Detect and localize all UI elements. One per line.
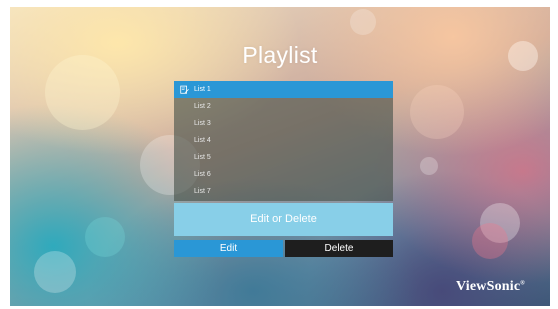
background-bokeh — [85, 217, 125, 257]
playlist-item-1[interactable]: List 1 — [174, 81, 393, 98]
playlist-item-label: List 5 — [194, 154, 211, 161]
viewsonic-logo: ViewSonic® — [456, 279, 525, 295]
playlist-item-6[interactable]: List 6 — [174, 166, 393, 183]
delete-button[interactable]: Delete — [285, 240, 393, 257]
playlist-item-label: List 4 — [194, 137, 211, 144]
playlist-item-7[interactable]: List 7 — [174, 183, 393, 200]
playlist-item-label: List 7 — [194, 188, 211, 195]
background-bokeh — [420, 157, 438, 175]
trademark-mark: ® — [520, 280, 525, 287]
background-bokeh — [410, 85, 464, 139]
logo-text: ViewSonic — [456, 279, 521, 294]
playlist-item-3[interactable]: List 3 — [174, 115, 393, 132]
playlist-screen: Playlist List 1 List 2 List 3 List 4 Lis… — [10, 7, 550, 306]
page-title: Playlist — [242, 42, 318, 68]
background-bokeh — [472, 223, 508, 259]
playlist-item-label: List 3 — [194, 120, 211, 127]
edit-or-delete-banner: Edit or Delete — [174, 203, 393, 236]
playlist-item-label: List 2 — [194, 103, 211, 110]
playlist-item-5[interactable]: List 5 — [174, 149, 393, 166]
playlist-item-2[interactable]: List 2 — [174, 98, 393, 115]
playlist-list: List 1 List 2 List 3 List 4 List 5 List … — [174, 81, 393, 201]
edit-list-icon — [180, 85, 189, 94]
background-bokeh — [350, 9, 376, 35]
background-bokeh — [34, 251, 76, 293]
playlist-item-4[interactable]: List 4 — [174, 132, 393, 149]
edit-button[interactable]: Edit — [174, 240, 283, 257]
playlist-item-label: List 1 — [194, 86, 211, 93]
playlist-item-label: List 6 — [194, 171, 211, 178]
